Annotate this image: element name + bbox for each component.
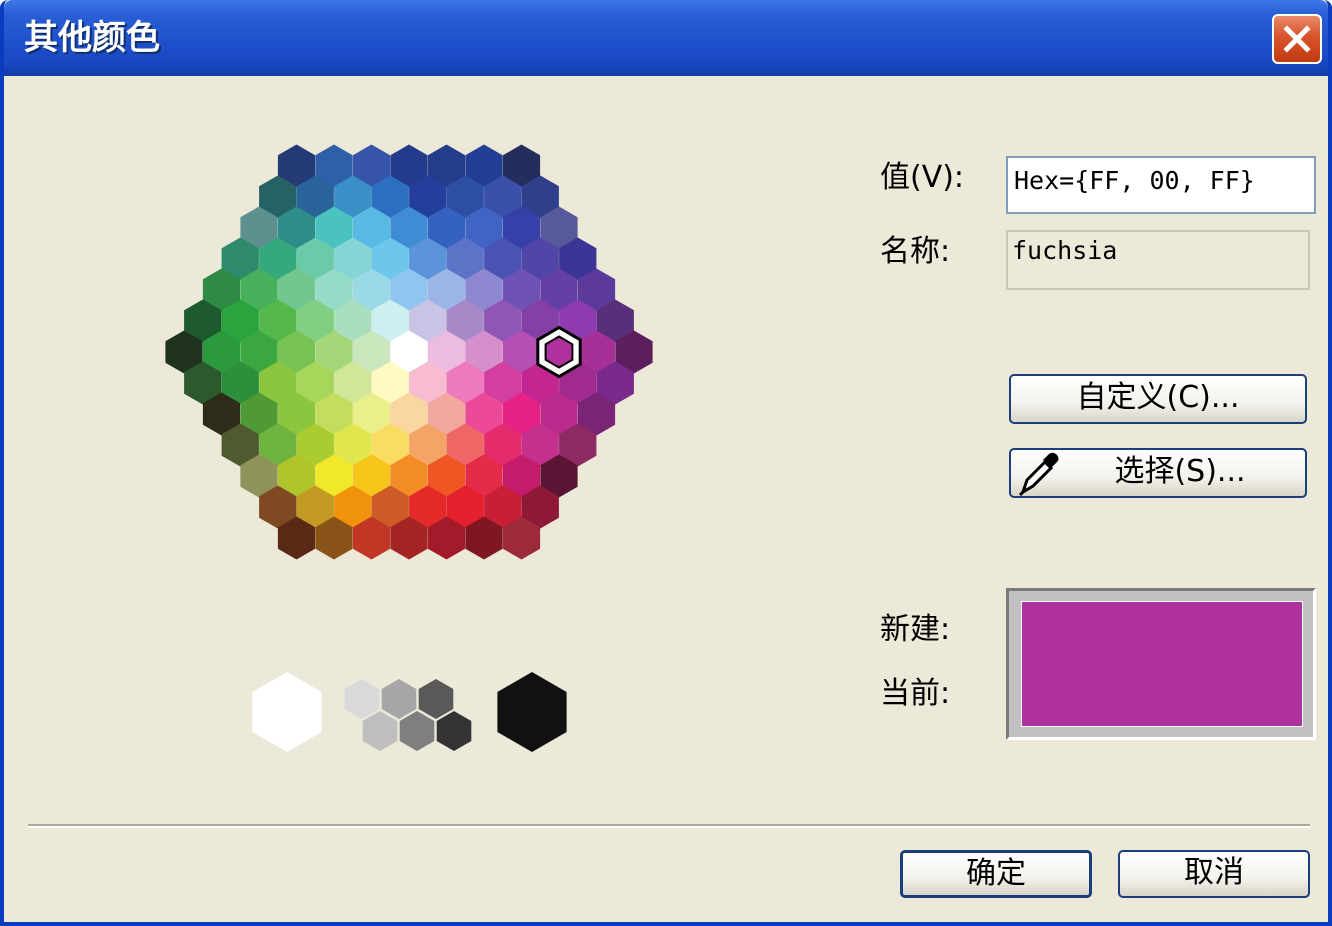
new-label: 新建: [880, 612, 951, 647]
custom-button[interactable]: 自定义(C)... [1009, 374, 1307, 424]
cancel-button-label: 取消 [1184, 855, 1244, 890]
selected-color-cell[interactable] [544, 335, 574, 369]
pick-color-button-label: 选择(S)... [1114, 454, 1246, 489]
more-colors-dialog: 其他颜色 值(V): Hex={FF, 00, FF} 名称: fuchsia … [0, 0, 1332, 926]
pick-color-button[interactable]: 选择(S)... [1009, 448, 1307, 498]
gray-cell[interactable] [399, 711, 435, 751]
gray-cell[interactable] [418, 679, 454, 719]
name-label: 名称: [880, 234, 951, 269]
cancel-button[interactable]: 取消 [1118, 850, 1310, 898]
gray-cell[interactable] [362, 711, 398, 751]
name-field: fuchsia [1006, 230, 1310, 290]
current-label: 当前: [880, 676, 951, 711]
new-color-swatch [1021, 601, 1303, 727]
color-preview [1006, 588, 1316, 740]
gray-cell[interactable] [344, 679, 380, 719]
gray-cell[interactable] [381, 679, 417, 719]
custom-button-label: 自定义(C)... [1076, 380, 1240, 415]
eyedropper-icon [1018, 452, 1059, 496]
divider [28, 824, 1310, 828]
ok-button[interactable]: 确定 [900, 850, 1092, 898]
gray-cell-white[interactable] [252, 672, 322, 752]
value-field[interactable]: Hex={FF, 00, FF} [1006, 156, 1316, 214]
gray-cell-black[interactable] [497, 672, 567, 752]
ok-button-label: 确定 [966, 856, 1026, 891]
gray-cell[interactable] [436, 711, 472, 751]
value-label: 值(V): [880, 160, 965, 195]
